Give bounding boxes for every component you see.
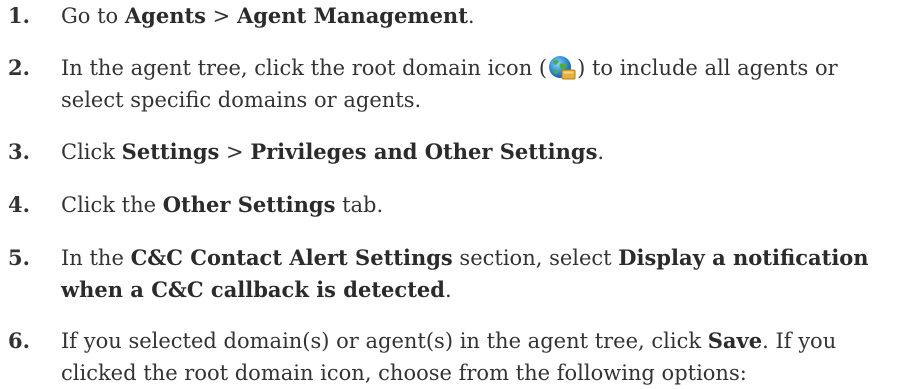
ui-term-cc-callback-detected: when a C&C callback is detected xyxy=(61,277,445,302)
ui-term-display-notification: Display a notification xyxy=(618,245,869,270)
step-text: Click Settings > Privileges and Other Se… xyxy=(61,136,913,168)
step-number: 4. xyxy=(8,192,30,217)
text-run: > xyxy=(219,140,251,164)
ui-term-privileges-and-other-settings: Privileges and Other Settings xyxy=(250,139,598,164)
text-run: If you selected domain(s) or agent(s) in… xyxy=(61,329,708,353)
text-run: select specific domains or agents. xyxy=(61,88,422,112)
text-run: . xyxy=(597,140,605,164)
ui-term-save: Save xyxy=(707,328,763,353)
ui-term-agent-management: Agent Management xyxy=(236,3,468,28)
text-run: Click xyxy=(61,140,122,164)
step-text: In the C&C Contact Alert Settings sectio… xyxy=(61,242,913,306)
step-number: 5. xyxy=(8,245,30,270)
step-number: 3. xyxy=(8,139,30,164)
ui-term-other-settings: Other Settings xyxy=(162,192,336,217)
step-text: Go to Agents > Agent Management. xyxy=(61,0,913,32)
text-run: . xyxy=(467,4,475,28)
text-run: tab. xyxy=(335,193,384,217)
step-text: In the agent tree, click the root domain… xyxy=(61,52,913,116)
step-number: 2. xyxy=(8,55,30,80)
text-run: section, select xyxy=(452,246,619,270)
step-number: 6. xyxy=(8,328,30,353)
ui-term-agents: Agents xyxy=(124,3,206,28)
text-run: ) to include all agents or xyxy=(577,56,838,80)
step-number: 1. xyxy=(8,3,30,28)
text-run: . xyxy=(444,278,452,302)
text-run: . If you xyxy=(762,329,837,353)
root-domain-globe-icon xyxy=(547,55,577,81)
text-run: In the agent tree, click the root domain… xyxy=(61,56,548,80)
step-text: Click the Other Settings tab. xyxy=(61,189,913,221)
text-run: Go to xyxy=(61,4,125,28)
text-run: Click the xyxy=(61,193,163,217)
text-run: clicked the root domain icon, choose fro… xyxy=(61,361,747,385)
ui-term-settings: Settings xyxy=(121,139,220,164)
ui-term-cc-contact-alert-settings: C&C Contact Alert Settings xyxy=(130,245,453,270)
step-text: If you selected domain(s) or agent(s) in… xyxy=(61,325,913,389)
text-run: > xyxy=(206,4,237,28)
text-run: In the xyxy=(61,246,131,270)
